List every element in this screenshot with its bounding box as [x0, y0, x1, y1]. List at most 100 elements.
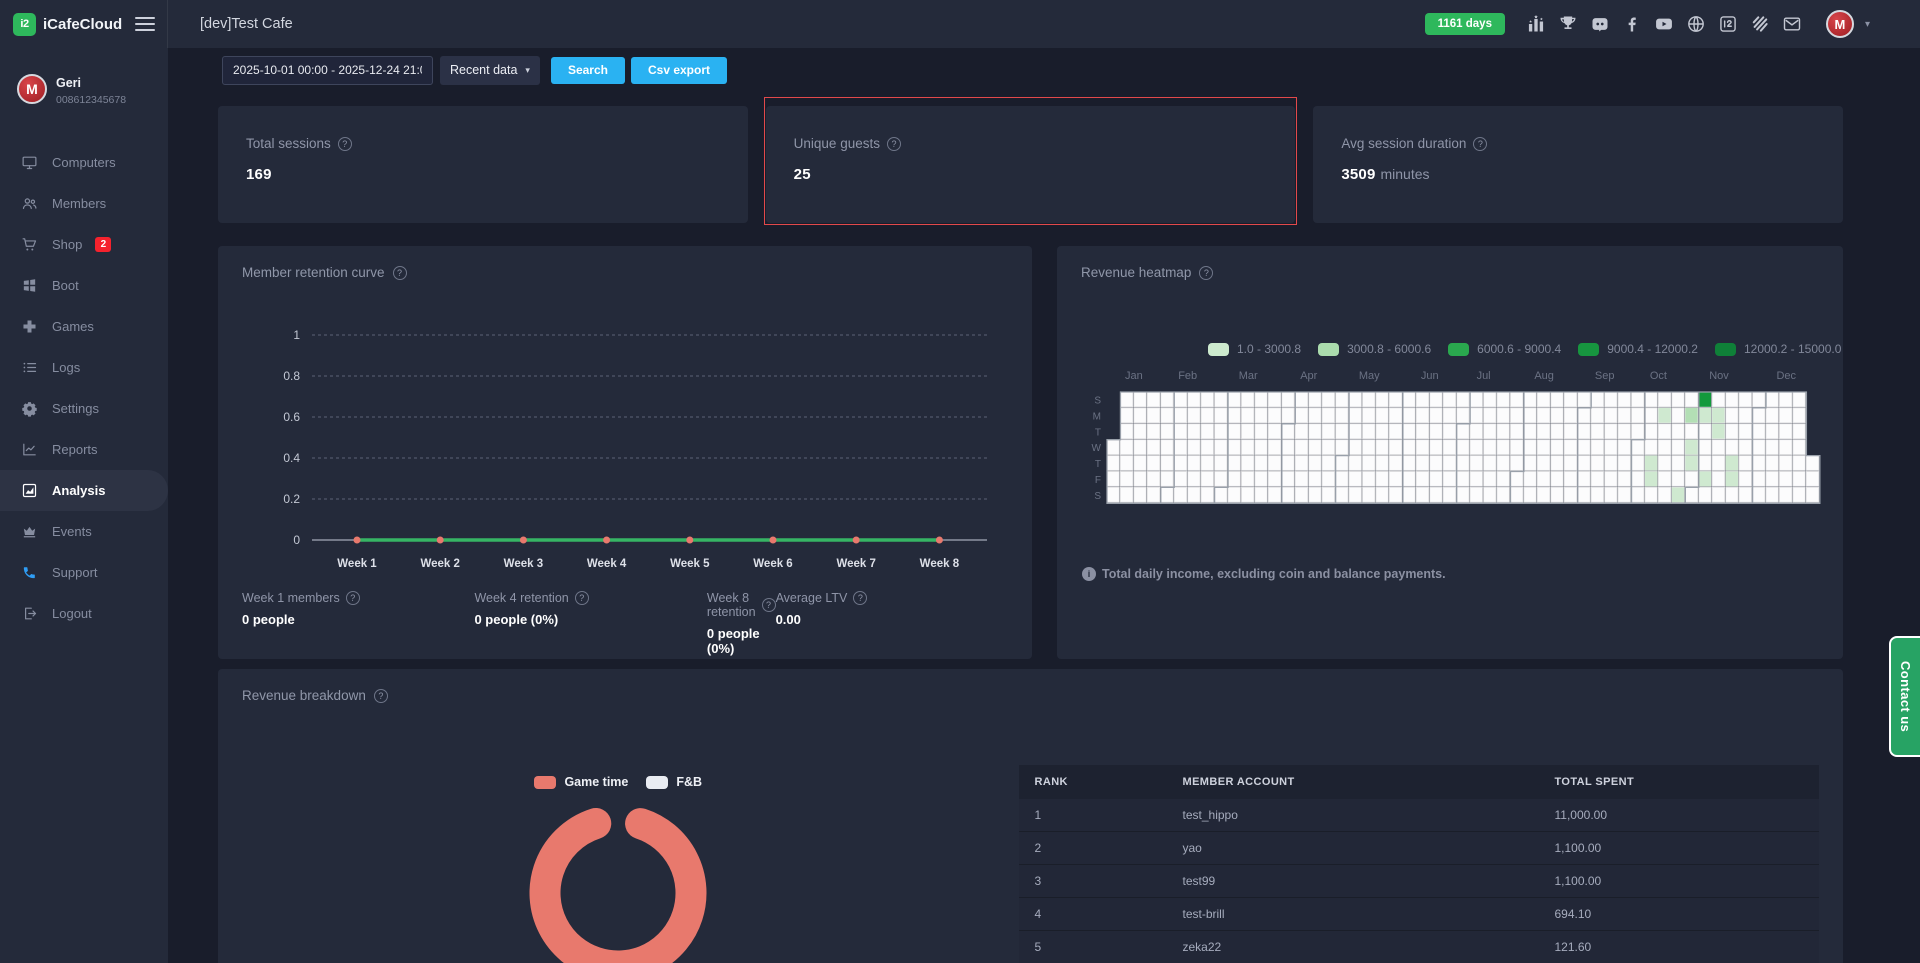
youtube-icon[interactable] [1654, 14, 1675, 35]
sidebar-item[interactable]: Support [0, 552, 168, 593]
help-icon[interactable] [853, 591, 867, 605]
help-icon[interactable] [374, 689, 388, 703]
sidebar-item[interactable]: Logout [0, 593, 168, 634]
donut-legend: Game time F&B [534, 775, 702, 789]
sidebar-item[interactable]: Computers [0, 142, 168, 183]
table-body: 1 test_hippo 11,000.00 2 yao 1,100.00 3 [1019, 799, 1820, 963]
svg-text:S: S [1094, 491, 1101, 502]
table-row[interactable]: 1 test_hippo 11,000.00 [1019, 799, 1820, 832]
sidebar-user-block: M Geri 008612345678 [0, 74, 168, 126]
sidebar-item-label: Shop [52, 237, 82, 252]
sidebar-item[interactable]: Events [0, 511, 168, 552]
menu-toggle-icon[interactable] [135, 17, 155, 31]
sidebar-item[interactable]: Reports [0, 429, 168, 470]
sidebar-item[interactable]: Shop 2 [0, 224, 168, 265]
sidebar-item[interactable]: Boot [0, 265, 168, 306]
svg-text:Dec: Dec [1776, 370, 1796, 382]
help-icon[interactable] [346, 591, 360, 605]
help-icon[interactable] [338, 137, 352, 151]
column-header[interactable]: RANK [1019, 765, 1167, 799]
cell-rank: 5 [1019, 931, 1167, 963]
legend-item: 1.0 - 3000.8 [1208, 342, 1301, 356]
revenue-card: Revenue breakdown Game time F&B [218, 669, 1843, 963]
svg-text:T: T [1095, 427, 1101, 438]
help-icon[interactable] [393, 266, 407, 280]
stat-card: Unique guests 25 [766, 106, 1296, 223]
revenue-table-block: RANK MEMBER ACCOUNT TOTAL SPENT 1 test_h… [1019, 703, 1844, 963]
sidebar-item-icon [20, 523, 38, 541]
table-row[interactable]: 2 yao 1,100.00 [1019, 832, 1820, 865]
sidebar-nav: Computers Members Shop 2 Boot Games [0, 142, 168, 634]
svg-text:Week 4: Week 4 [587, 558, 627, 570]
cell-total-spent: 1,100.00 [1539, 865, 1820, 898]
svg-text:Week 5: Week 5 [670, 558, 710, 570]
icafecloud-icon[interactable] [1718, 14, 1739, 35]
help-icon[interactable] [762, 598, 776, 612]
svg-text:Week 1: Week 1 [337, 558, 377, 570]
sidebar-item-icon [20, 318, 38, 336]
legend-swatch [1448, 343, 1469, 356]
legend-range: 9000.4 - 12000.2 [1607, 342, 1698, 356]
cell-member-account: yao [1167, 832, 1539, 865]
table-row[interactable]: 3 test99 1,100.00 [1019, 865, 1820, 898]
stat-label: Total sessions [246, 136, 331, 151]
stat-value: 25 [794, 166, 1268, 183]
sidebar-item[interactable]: Logs [0, 347, 168, 388]
sidebar-item[interactable]: Games [0, 306, 168, 347]
stat-value: 3509minutes [1341, 166, 1815, 183]
sidebar-item-icon [20, 605, 38, 623]
svg-text:May: May [1359, 370, 1380, 382]
sidebar-item[interactable]: Members [0, 183, 168, 224]
date-range-input[interactable] [222, 56, 433, 85]
heatmap-card: Revenue heatmap 1.0 - 3000.8 3000.8 - 60… [1057, 246, 1843, 659]
sidebar-avatar[interactable]: M [17, 74, 47, 104]
cell-member-account: test99 [1167, 865, 1539, 898]
csv-export-button[interactable]: Csv export [631, 57, 727, 84]
svg-text:Week 2: Week 2 [420, 558, 459, 570]
data-preset-select[interactable]: Recent data ▾ [440, 56, 540, 85]
svg-text:W: W [1092, 443, 1102, 454]
help-icon[interactable] [1473, 137, 1487, 151]
retention-stat: Week 4 retention 0 people (0%) [474, 591, 706, 656]
legend-swatch [1715, 343, 1736, 356]
facebook-icon[interactable] [1622, 14, 1643, 35]
layers-icon[interactable] [1750, 14, 1771, 35]
retention-stat: Average LTV 0.00 [776, 591, 1008, 656]
table-row[interactable]: 4 test-brill 694.10 [1019, 898, 1820, 931]
stats-row: Total sessions 169 Unique guests 25 Avg … [218, 106, 1843, 223]
mail-icon[interactable] [1782, 14, 1803, 35]
legend-item[interactable]: Game time [534, 775, 628, 789]
help-icon[interactable] [887, 137, 901, 151]
help-icon[interactable] [575, 591, 589, 605]
cell-total-spent: 121.60 [1539, 931, 1820, 963]
user-phone: 008612345678 [56, 94, 126, 106]
discord-icon[interactable] [1590, 14, 1611, 35]
sidebar-item-label: Boot [52, 278, 79, 293]
contact-us-button[interactable]: Contact us [1889, 636, 1920, 757]
sidebar-item-label: Settings [52, 401, 99, 416]
topbar: i2 iCafeCloud [dev]Test Cafe 1161 days M… [0, 0, 1920, 48]
legend-item[interactable]: F&B [646, 775, 702, 789]
user-avatar[interactable]: M [1826, 10, 1854, 38]
sidebar-item-icon [20, 482, 38, 500]
svg-text:Aug: Aug [1534, 370, 1554, 382]
leaderboard-icon[interactable] [1526, 14, 1547, 35]
globe-icon[interactable] [1686, 14, 1707, 35]
table-row[interactable]: 5 zeka22 121.60 [1019, 931, 1820, 963]
preset-selected-value: Recent data [450, 63, 517, 77]
sidebar-item[interactable]: Analysis [0, 470, 168, 511]
chevron-down-icon[interactable]: ▾ [1865, 19, 1870, 30]
search-button[interactable]: Search [551, 57, 625, 84]
sidebar-item-label: Members [52, 196, 106, 211]
help-icon[interactable] [1199, 266, 1213, 280]
svg-text:1: 1 [293, 328, 300, 342]
legend-item: 9000.4 - 12000.2 [1578, 342, 1698, 356]
column-header[interactable]: MEMBER ACCOUNT [1167, 765, 1539, 799]
svg-text:Week 3: Week 3 [504, 558, 543, 570]
subscription-days-badge[interactable]: 1161 days [1425, 13, 1505, 35]
user-name: Geri [56, 76, 126, 90]
column-header[interactable]: TOTAL SPENT [1539, 765, 1820, 799]
sidebar-item[interactable]: Settings [0, 388, 168, 429]
sidebar: M Geri 008612345678 Computers Members Sh… [0, 48, 168, 963]
trophy-icon[interactable] [1558, 14, 1579, 35]
